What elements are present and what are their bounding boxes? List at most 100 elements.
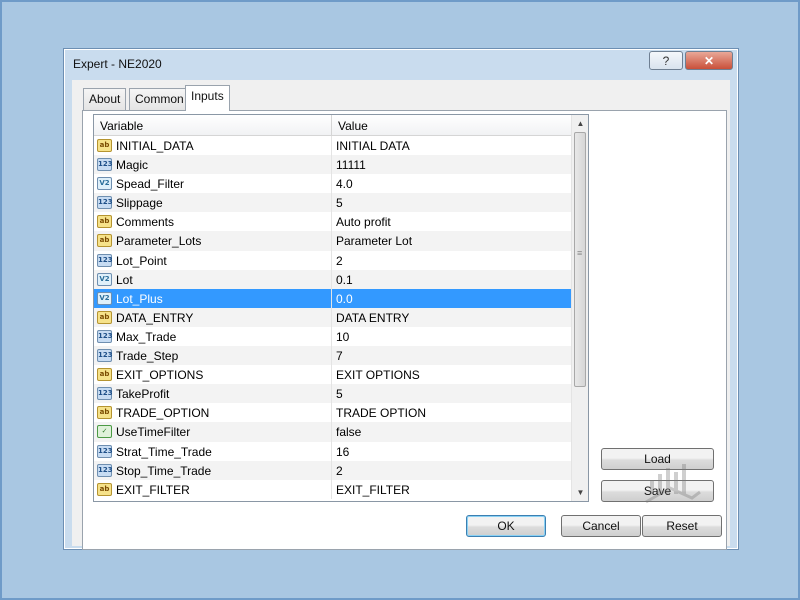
value-cell[interactable]: 5 xyxy=(332,196,343,210)
value-cell[interactable]: DATA ENTRY xyxy=(332,311,409,325)
variable-name: TakeProfit xyxy=(116,387,170,402)
value-cell[interactable]: 7 xyxy=(332,349,343,363)
variable-name: INITIAL_DATA xyxy=(116,139,194,153)
variable-cell: 123 TakeProfit xyxy=(94,384,332,404)
variable-cell: ab Comments xyxy=(94,212,332,232)
value-cell[interactable]: 0.1 xyxy=(332,273,353,287)
dialog-client: About Common Inputs Variable Value ab INI… xyxy=(72,80,730,550)
integer-type-icon: 123 xyxy=(97,444,113,458)
variable-name: Comments xyxy=(116,215,175,230)
variable-name: Spead_Filter xyxy=(116,177,185,192)
table-row[interactable]: ab INITIAL_DATA INITIAL DATA xyxy=(94,136,572,156)
vertical-scrollbar[interactable]: ▲ ≡ ▼ xyxy=(571,115,588,501)
variable-name: Trade_Step xyxy=(116,349,179,364)
variable-name: Lot_Point xyxy=(116,253,167,268)
variable-name: Magic xyxy=(116,158,149,173)
integer-type-icon: 123 xyxy=(97,196,113,210)
tab-about[interactable]: About xyxy=(83,88,127,110)
column-header-value[interactable]: Value xyxy=(332,115,572,136)
integer-type-icon: 123 xyxy=(97,387,113,401)
variable-name: Parameter_Lots xyxy=(116,234,202,249)
double-type-icon: V2 xyxy=(97,272,112,286)
table-row[interactable]: 123 Lot_Point 2 xyxy=(94,250,572,270)
value-cell[interactable]: EXIT_FILTER xyxy=(332,483,410,497)
variable-cell: 123 Trade_Step xyxy=(94,346,332,366)
help-button[interactable]: ? xyxy=(649,51,683,70)
integer-type-icon: 123 xyxy=(97,158,113,172)
table-row[interactable]: 123 Max_Trade 10 xyxy=(94,326,572,347)
variable-cell: ab DATA_ENTRY xyxy=(94,307,332,327)
table-row[interactable]: 123 TakeProfit 5 xyxy=(94,384,572,404)
column-header-variable[interactable]: Variable xyxy=(94,115,332,136)
variable-cell: 123 Strat_Time_Trade xyxy=(94,441,332,461)
table-row[interactable]: 123 Magic 11111 xyxy=(94,155,572,175)
value-cell[interactable]: 10 xyxy=(332,330,349,344)
inputs-table[interactable]: Variable Value ab INITIAL_DATA INITIAL DAT… xyxy=(93,114,589,502)
save-button[interactable]: Save xyxy=(601,480,714,502)
table-row[interactable]: V2 Lot_Plus 0.0 xyxy=(94,288,572,308)
table-row[interactable]: ab EXIT_FILTER EXIT_FILTER xyxy=(94,479,572,499)
scroll-thumb[interactable]: ≡ xyxy=(574,132,586,387)
string-type-icon: ab xyxy=(97,234,112,248)
table-row[interactable]: 123 Stop_Time_Trade 2 xyxy=(94,460,572,480)
boolean-type-icon: ✓ xyxy=(97,425,112,439)
string-type-icon: ab xyxy=(97,139,112,152)
integer-type-icon: 123 xyxy=(97,463,113,477)
value-cell[interactable]: 2 xyxy=(332,464,343,478)
string-type-icon: ab xyxy=(97,482,112,496)
variable-name: Strat_Time_Trade xyxy=(116,444,212,459)
ok-button[interactable]: OK xyxy=(466,515,546,537)
variable-cell: V2 Lot xyxy=(94,269,332,289)
load-button[interactable]: Load xyxy=(601,448,714,470)
variable-cell: 123 Stop_Time_Trade xyxy=(94,460,332,480)
cancel-button[interactable]: Cancel xyxy=(561,515,641,537)
value-cell[interactable]: 5 xyxy=(332,387,343,401)
string-type-icon: ab xyxy=(97,368,112,382)
value-cell[interactable]: TRADE OPTION xyxy=(332,406,426,420)
table-row[interactable]: ab DATA_ENTRY DATA ENTRY xyxy=(94,307,572,327)
table-row[interactable]: ab Parameter_Lots Parameter Lot xyxy=(94,231,572,251)
integer-type-icon: 123 xyxy=(97,329,113,343)
double-type-icon: V2 xyxy=(97,291,112,305)
value-cell[interactable]: Parameter Lot xyxy=(332,234,412,248)
table-row[interactable]: 123 Strat_Time_Trade 16 xyxy=(94,441,572,461)
table-row[interactable]: ✓ UseTimeFilter false xyxy=(94,422,572,442)
scroll-down-arrow-icon[interactable]: ▼ xyxy=(572,484,588,501)
value-cell[interactable]: 0.0 xyxy=(332,292,353,306)
close-button[interactable]: ✕ xyxy=(685,51,733,70)
value-cell[interactable]: Auto profit xyxy=(332,215,391,229)
table-row[interactable]: ab Comments Auto profit xyxy=(94,212,572,232)
table-row[interactable]: 123 Slippage 5 xyxy=(94,193,572,213)
variable-cell: ab EXIT_OPTIONS xyxy=(94,365,332,385)
table-row[interactable]: ab TRADE_OPTION TRADE OPTION xyxy=(94,403,572,423)
integer-type-icon: 123 xyxy=(97,349,113,363)
variable-name: UseTimeFilter xyxy=(116,425,191,440)
table-row[interactable]: ab EXIT_OPTIONS EXIT OPTIONS xyxy=(94,365,572,385)
table-row[interactable]: V2 Spead_Filter 4.0 xyxy=(94,174,572,194)
variable-cell: ab EXIT_FILTER xyxy=(94,479,332,499)
table-row[interactable]: V2 Lot 0.1 xyxy=(94,269,572,289)
tab-common[interactable]: Common xyxy=(129,88,190,110)
value-cell[interactable]: 16 xyxy=(332,445,349,459)
variable-name: TRADE_OPTION xyxy=(116,406,210,421)
table-row[interactable]: 123 Trade_Step 7 xyxy=(94,346,572,366)
help-icon: ? xyxy=(662,53,670,68)
table-body: ab INITIAL_DATA INITIAL DATA 123 Magic 11111 V… xyxy=(94,136,572,499)
value-cell[interactable]: INITIAL DATA xyxy=(332,139,410,153)
reset-button[interactable]: Reset xyxy=(642,515,722,537)
value-cell[interactable]: 4.0 xyxy=(332,177,353,191)
variable-cell: V2 Spead_Filter xyxy=(94,174,332,194)
variable-cell: ✓ UseTimeFilter xyxy=(94,422,332,442)
variable-cell: 123 Max_Trade xyxy=(94,326,332,347)
tab-inputs[interactable]: Inputs xyxy=(185,85,230,111)
variable-cell: ab Parameter_Lots xyxy=(94,231,332,251)
variable-name: Stop_Time_Trade xyxy=(116,463,212,478)
variable-cell: ab TRADE_OPTION xyxy=(94,403,332,423)
value-cell[interactable]: EXIT OPTIONS xyxy=(332,368,420,382)
title-bar[interactable]: Expert - NE2020 ? ✕ xyxy=(64,49,738,79)
value-cell[interactable]: false xyxy=(332,425,361,439)
value-cell[interactable]: 11111 xyxy=(332,158,366,172)
value-cell[interactable]: 2 xyxy=(332,254,343,268)
scroll-up-arrow-icon[interactable]: ▲ xyxy=(572,115,588,132)
double-type-icon: V2 xyxy=(97,177,112,191)
